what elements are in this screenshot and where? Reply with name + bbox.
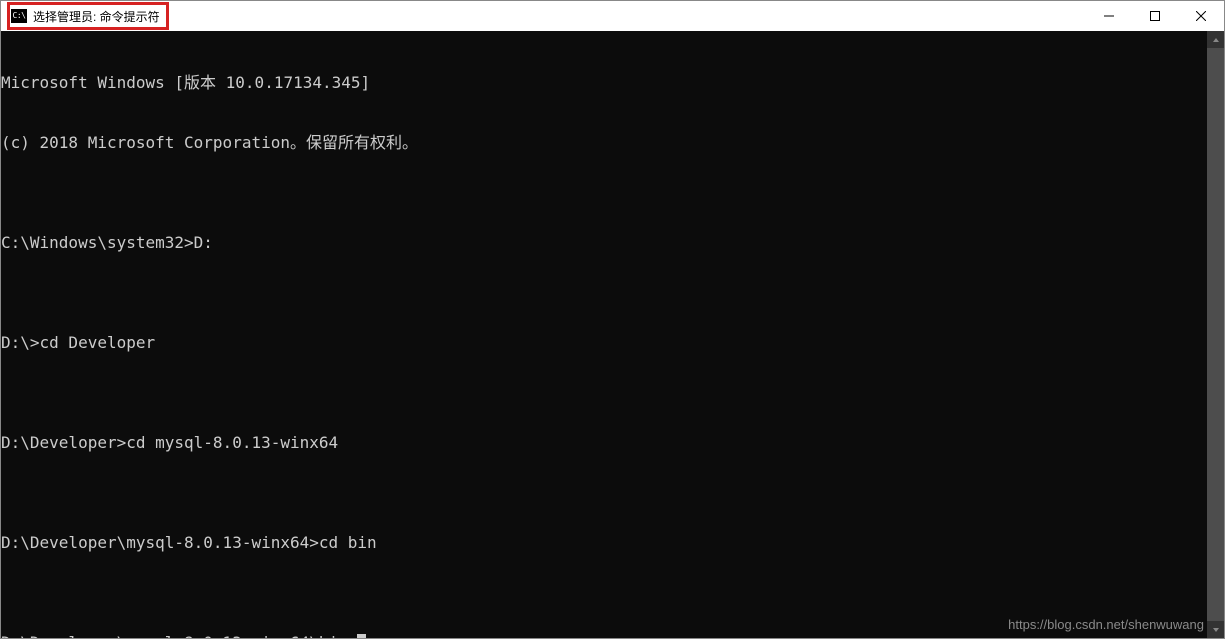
minimize-button[interactable] [1086, 1, 1132, 31]
scroll-down-button[interactable] [1207, 621, 1224, 638]
close-button[interactable] [1178, 1, 1224, 31]
window-title: 选择管理员: 命令提示符 [33, 8, 160, 25]
prompt-text: D:\Developer\mysql-8.0.13-winx64\bin> [1, 633, 357, 638]
vertical-scrollbar[interactable] [1207, 31, 1224, 638]
titlebar[interactable]: C:\ 选择管理员: 命令提示符 [1, 1, 1224, 31]
output-line: D:\>cd Developer [1, 333, 1207, 353]
output-line: D:\Developer\mysql-8.0.13-winx64>cd bin [1, 533, 1207, 553]
title-highlight-annotation: C:\ 选择管理员: 命令提示符 [7, 2, 169, 30]
command-prompt-window: C:\ 选择管理员: 命令提示符 Microsoft Windows [版本 1… [0, 0, 1225, 639]
minimize-icon [1104, 11, 1114, 21]
current-prompt-line: D:\Developer\mysql-8.0.13-winx64\bin> [1, 633, 1207, 638]
close-icon [1196, 11, 1206, 21]
maximize-button[interactable] [1132, 1, 1178, 31]
output-line: D:\Developer>cd mysql-8.0.13-winx64 [1, 433, 1207, 453]
output-line: (c) 2018 Microsoft Corporation。保留所有权利。 [1, 133, 1207, 153]
maximize-icon [1150, 11, 1160, 21]
scrollbar-thumb[interactable] [1207, 48, 1224, 621]
chevron-down-icon [1212, 626, 1220, 634]
scroll-up-button[interactable] [1207, 31, 1224, 48]
terminal-area: Microsoft Windows [版本 10.0.17134.345] (c… [1, 31, 1224, 638]
output-line: Microsoft Windows [版本 10.0.17134.345] [1, 73, 1207, 93]
terminal-output[interactable]: Microsoft Windows [版本 10.0.17134.345] (c… [1, 31, 1207, 638]
scrollbar-track[interactable] [1207, 48, 1224, 621]
window-controls [1086, 1, 1224, 31]
output-line: C:\Windows\system32>D: [1, 233, 1207, 253]
chevron-up-icon [1212, 36, 1220, 44]
cmd-icon: C:\ [11, 9, 27, 23]
watermark-text: https://blog.csdn.net/shenwuwang [1008, 617, 1204, 632]
title-left: C:\ 选择管理员: 命令提示符 [7, 2, 169, 30]
cursor [357, 634, 366, 638]
